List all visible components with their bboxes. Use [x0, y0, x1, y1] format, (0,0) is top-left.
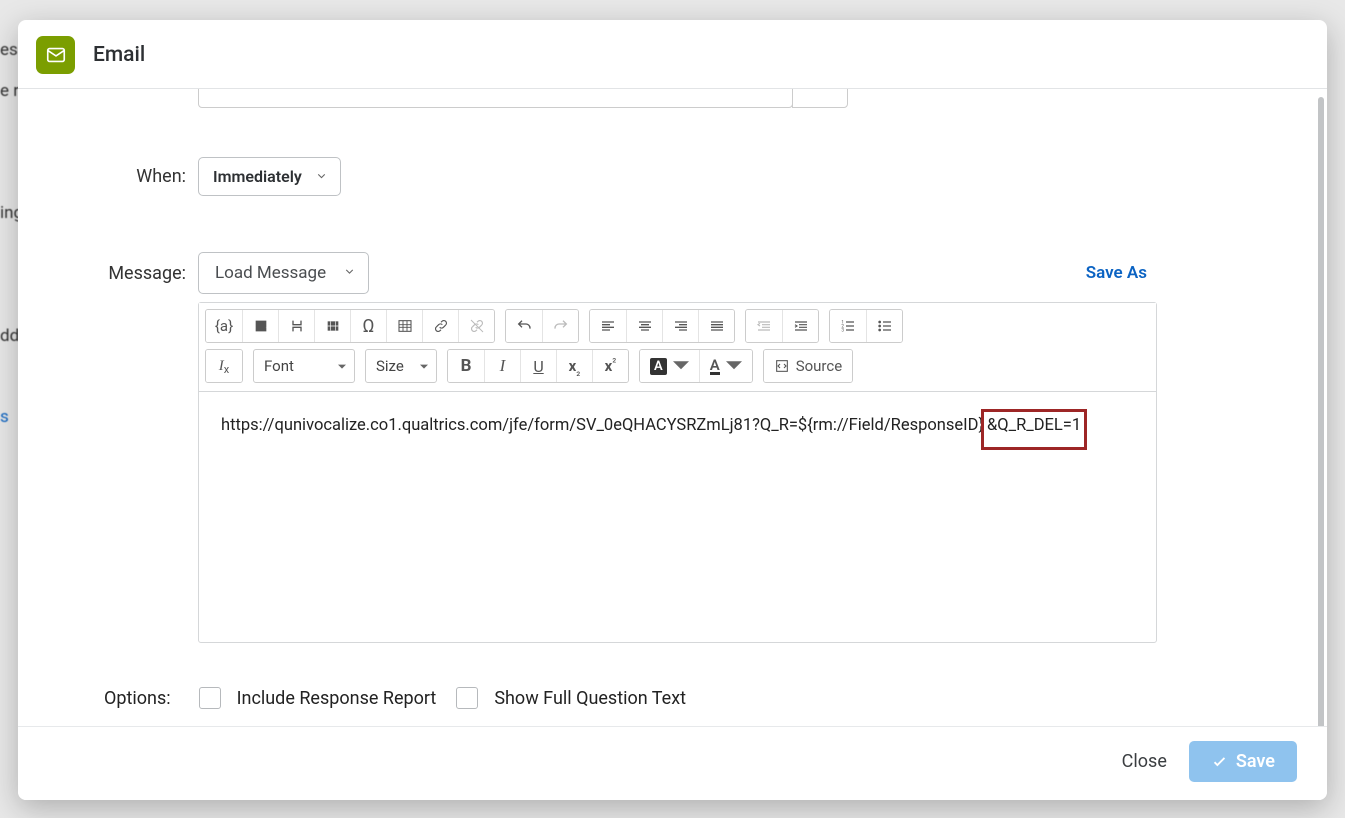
show-full-question-label: Show Full Question Text [494, 688, 686, 709]
editor-toolbar: {a} Ω [199, 303, 1156, 392]
modal-header: Email [18, 20, 1327, 89]
save-message-as-link[interactable]: Save As [1086, 263, 1147, 283]
caret-down-icon [338, 357, 346, 375]
piped-text-button[interactable]: {a} [206, 310, 242, 342]
align-right-icon[interactable] [662, 310, 698, 342]
include-response-report-checkbox[interactable] [199, 687, 221, 709]
options-row: Options: Include Response Report Show Fu… [104, 687, 1297, 709]
special-char-icon[interactable]: Ω [350, 310, 386, 342]
modal-title: Email [93, 43, 145, 67]
chevron-down-icon [315, 167, 328, 186]
url-text: https://qunivocalize.co1.qualtrics.com/j… [221, 416, 984, 435]
font-size-dropdown[interactable]: Size [365, 349, 437, 383]
editor-content[interactable]: https://qunivocalize.co1.qualtrics.com/j… [199, 392, 1156, 642]
numbered-list-icon[interactable]: 123 [830, 310, 866, 342]
include-response-report-label: Include Response Report [237, 688, 437, 709]
indent-icon[interactable] [782, 310, 818, 342]
chevron-down-icon [343, 263, 356, 283]
align-center-icon[interactable] [626, 310, 662, 342]
image-icon[interactable] [242, 310, 278, 342]
load-message-dropdown[interactable]: Load Message [198, 252, 369, 294]
film-icon[interactable] [314, 310, 350, 342]
caret-down-icon [673, 358, 689, 374]
font-family-dropdown[interactable]: Font [253, 349, 355, 383]
email-trigger-modal: Email Subject: When: Immediately Message… [18, 20, 1327, 800]
table-icon[interactable] [386, 310, 422, 342]
subject-row: Subject: [48, 89, 1297, 113]
when-value: Immediately [213, 167, 302, 186]
show-full-question-checkbox[interactable] [456, 687, 478, 709]
body-scrollbar[interactable] [1318, 97, 1324, 726]
background-color-button[interactable]: A [640, 350, 699, 382]
when-label: When: [48, 166, 198, 187]
redo-icon[interactable] [542, 310, 578, 342]
when-row: When: Immediately [48, 157, 1297, 196]
page-break-icon[interactable] [278, 310, 314, 342]
options-label: Options: [104, 688, 171, 709]
close-button[interactable]: Close [1122, 751, 1167, 772]
when-dropdown[interactable]: Immediately [198, 157, 341, 196]
rich-text-editor: {a} Ω [198, 302, 1157, 643]
align-left-icon[interactable] [590, 310, 626, 342]
subject-piped-text-button[interactable] [792, 89, 848, 108]
align-justify-icon[interactable] [698, 310, 734, 342]
source-icon [774, 358, 790, 374]
caret-down-icon [726, 358, 742, 374]
modal-body: Subject: When: Immediately Message: Load… [18, 89, 1327, 726]
superscript-button[interactable]: x² [592, 350, 628, 382]
remove-format-icon[interactable]: Ix [206, 350, 242, 382]
subject-input[interactable] [198, 89, 793, 108]
message-label: Message: [48, 263, 198, 284]
underline-button[interactable]: U [520, 350, 556, 382]
checkmark-icon [1211, 753, 1228, 770]
bullet-list-icon[interactable] [866, 310, 902, 342]
message-row: Message: Load Message Save As [48, 252, 1297, 294]
subscript-button[interactable]: x₂ [556, 350, 592, 382]
link-icon[interactable] [422, 310, 458, 342]
highlighted-parameter: &Q_R_DEL=1 [981, 409, 1087, 450]
email-icon [36, 36, 75, 74]
italic-button[interactable]: I [484, 350, 520, 382]
bold-button[interactable]: B [448, 350, 484, 382]
svg-text:3: 3 [841, 327, 844, 333]
modal-footer: Close Save [18, 726, 1327, 800]
outdent-icon[interactable] [746, 310, 782, 342]
unlink-icon[interactable] [458, 310, 494, 342]
source-button[interactable]: Source [764, 350, 852, 382]
text-color-button[interactable]: A [699, 350, 752, 382]
undo-icon[interactable] [506, 310, 542, 342]
caret-down-icon [420, 357, 428, 375]
save-button[interactable]: Save [1189, 741, 1297, 782]
